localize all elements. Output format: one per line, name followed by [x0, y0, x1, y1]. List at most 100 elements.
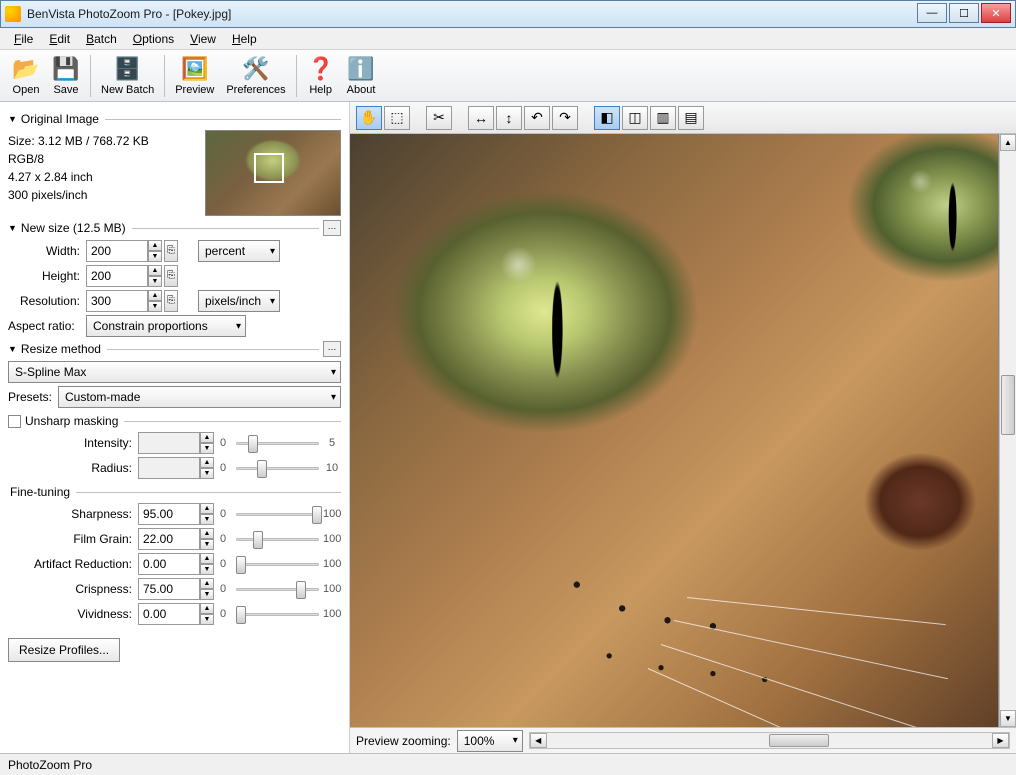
new-batch-button[interactable]: 🗄️ New Batch	[95, 53, 160, 98]
sharpness-slider[interactable]	[236, 505, 319, 523]
resize-profiles-button[interactable]: Resize Profiles...	[8, 638, 120, 662]
save-button[interactable]: 💾 Save	[46, 53, 86, 98]
flip-v-button[interactable]: ↕	[496, 106, 522, 130]
separator	[164, 55, 165, 97]
flip-h-button[interactable]: ↔	[468, 106, 494, 130]
scroll-right-button[interactable]: ▶	[992, 733, 1009, 748]
hscroll-thumb[interactable]	[769, 734, 829, 747]
intensity-slider[interactable]	[236, 434, 319, 452]
folder-open-icon: 📂	[12, 55, 40, 83]
crisp-input[interactable]	[138, 578, 200, 600]
help-button[interactable]: ❓ Help	[301, 53, 341, 98]
res-lock[interactable]: ⎘	[164, 290, 178, 312]
menu-help[interactable]: Help	[224, 30, 265, 48]
chevron-down-icon: ▼	[8, 344, 17, 354]
preview-canvas[interactable]: ▲ ▼	[350, 134, 1016, 727]
res-down[interactable]: ▼	[148, 301, 162, 312]
preview-footer: Preview zooming: 100% ◀ ▶	[350, 727, 1016, 753]
width-lock[interactable]: ⎘	[164, 240, 178, 262]
menu-view[interactable]: View	[182, 30, 224, 48]
width-down[interactable]: ▼	[148, 251, 162, 262]
intensity-up[interactable]: ▲	[200, 432, 214, 443]
preview-button[interactable]: 🖼️ Preview	[169, 53, 220, 98]
presets-label: Presets:	[8, 390, 58, 404]
split-center-button[interactable]: ◫	[622, 106, 648, 130]
crop-tool[interactable]: ✂	[426, 106, 452, 130]
status-bar: PhotoZoom Pro	[0, 753, 1016, 775]
height-up[interactable]: ▲	[148, 265, 162, 276]
rotate-ccw-button[interactable]: ↶	[524, 106, 550, 130]
res-up[interactable]: ▲	[148, 290, 162, 301]
status-text: PhotoZoom Pro	[8, 758, 92, 772]
intensity-input[interactable]	[138, 432, 200, 454]
width-up[interactable]: ▲	[148, 240, 162, 251]
menu-file[interactable]: File	[6, 30, 41, 48]
original-dims: 4.27 x 2.84 inch	[8, 170, 205, 184]
method-select[interactable]: S-Spline Max	[8, 361, 341, 383]
size-unit-select[interactable]: percent	[198, 240, 280, 262]
vertical-scrollbar[interactable]: ▲ ▼	[999, 134, 1016, 727]
scroll-down-button[interactable]: ▼	[1000, 710, 1016, 727]
res-input[interactable]	[86, 290, 148, 312]
artifact-input[interactable]	[138, 553, 200, 575]
radius-up[interactable]: ▲	[200, 457, 214, 468]
zoom-select[interactable]: 100%	[457, 730, 523, 752]
original-mode: RGB/8	[8, 152, 205, 166]
sharpness-input[interactable]	[138, 503, 200, 525]
open-button[interactable]: 📂 Open	[6, 53, 46, 98]
horizontal-scrollbar[interactable]: ◀ ▶	[529, 732, 1010, 749]
res-unit-select[interactable]: pixels/inch	[198, 290, 280, 312]
crisp-slider[interactable]	[236, 580, 319, 598]
chevron-down-icon: ▼	[8, 223, 17, 233]
navigator-thumbnail[interactable]	[205, 130, 341, 216]
menubar: File Edit Batch Options View Help	[0, 28, 1016, 50]
original-res: 300 pixels/inch	[8, 188, 205, 202]
section-original[interactable]: ▼ Original Image	[8, 112, 341, 126]
right-panel: ✋ ⬚ ✂ ↔ ↕ ↶ ↷ ◧ ◫ ▥ ▤	[350, 102, 1016, 753]
section-resize-method[interactable]: ▼ Resize method …	[8, 341, 341, 357]
section-unsharp[interactable]: Unsharp masking	[8, 414, 341, 428]
maximize-button[interactable]: ☐	[949, 3, 979, 23]
width-input[interactable]	[86, 240, 148, 262]
height-input[interactable]	[86, 265, 148, 287]
rotate-cw-button[interactable]: ↷	[552, 106, 578, 130]
preset-select[interactable]: Custom-made	[58, 386, 341, 408]
help-icon: ❓	[307, 55, 335, 83]
height-down[interactable]: ▼	[148, 276, 162, 287]
aspect-select[interactable]: Constrain proportions	[86, 315, 246, 337]
preview-icon: 🖼️	[181, 55, 209, 83]
height-lock[interactable]: ⎘	[164, 265, 178, 287]
pan-tool[interactable]: ✋	[356, 106, 382, 130]
split-stack-button[interactable]: ▤	[678, 106, 704, 130]
grain-slider[interactable]	[236, 530, 319, 548]
grain-input[interactable]	[138, 528, 200, 550]
vivid-slider[interactable]	[236, 605, 319, 623]
scroll-left-button[interactable]: ◀	[530, 733, 547, 748]
batch-icon: 🗄️	[114, 55, 142, 83]
scroll-up-button[interactable]: ▲	[1000, 134, 1016, 151]
menu-batch[interactable]: Batch	[78, 30, 125, 48]
radius-slider[interactable]	[236, 459, 319, 477]
section-newsize[interactable]: ▼ New size (12.5 MB) …	[8, 220, 341, 236]
split-left-button[interactable]: ◧	[594, 106, 620, 130]
intensity-down[interactable]: ▼	[200, 443, 214, 454]
minimize-button[interactable]: —	[917, 3, 947, 23]
about-button[interactable]: ℹ️ About	[341, 53, 382, 98]
preferences-button[interactable]: 🛠️ Preferences	[220, 53, 291, 98]
unsharp-checkbox[interactable]	[8, 415, 21, 428]
close-button[interactable]: ✕	[981, 3, 1011, 23]
split-dual-button[interactable]: ▥	[650, 106, 676, 130]
navigator-viewport[interactable]	[254, 153, 284, 183]
radius-input[interactable]	[138, 457, 200, 479]
newsize-options-button[interactable]: …	[323, 220, 341, 236]
vivid-input[interactable]	[138, 603, 200, 625]
separator	[90, 55, 91, 97]
menu-options[interactable]: Options	[125, 30, 182, 48]
radius-down[interactable]: ▼	[200, 468, 214, 479]
menu-edit[interactable]: Edit	[41, 30, 78, 48]
scroll-thumb[interactable]	[1001, 375, 1015, 435]
select-tool[interactable]: ⬚	[384, 106, 410, 130]
chevron-down-icon: ▼	[8, 114, 17, 124]
artifact-slider[interactable]	[236, 555, 319, 573]
resize-options-button[interactable]: …	[323, 341, 341, 357]
